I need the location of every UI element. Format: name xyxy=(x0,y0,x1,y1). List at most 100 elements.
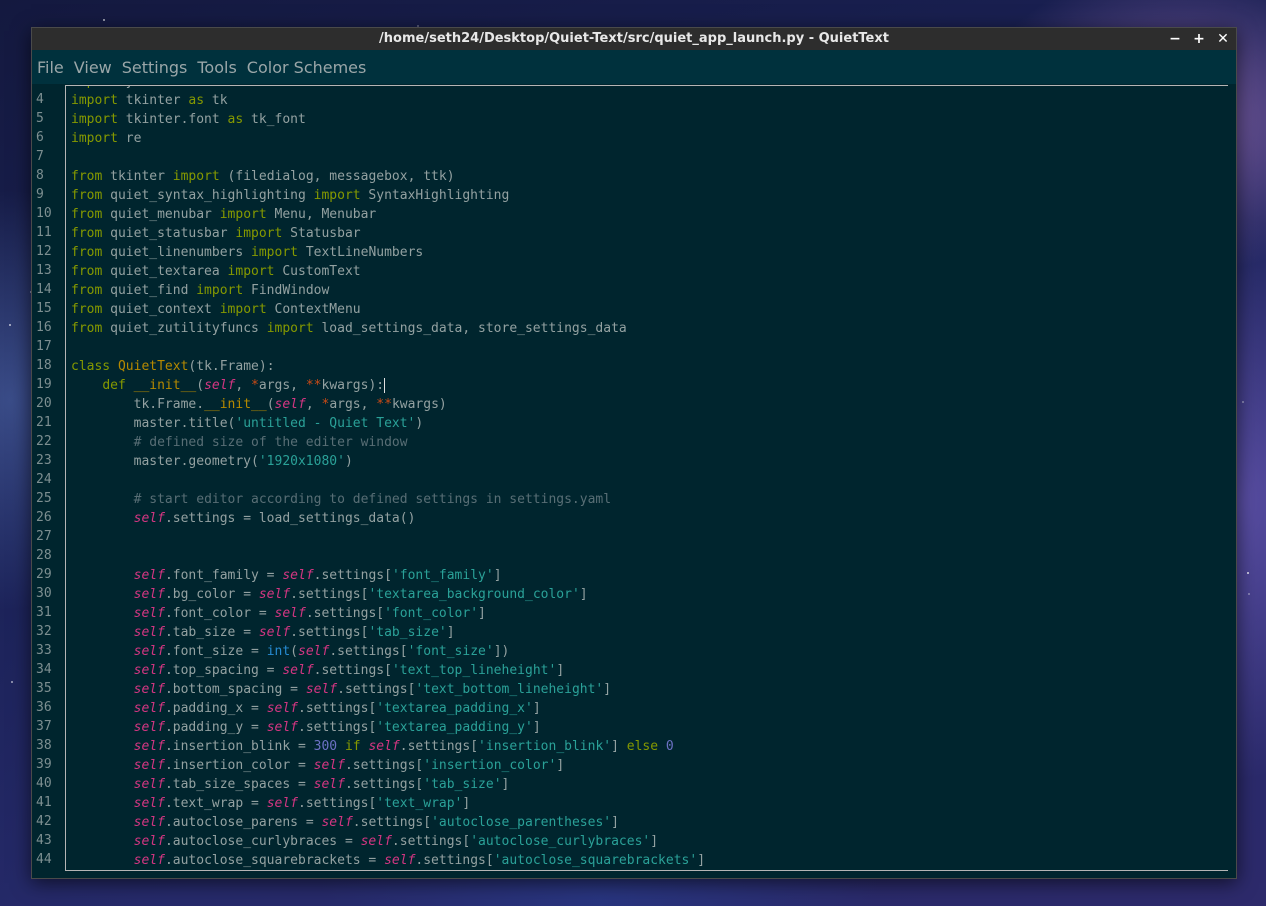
code-token: from xyxy=(71,188,103,203)
code-token: TextLineNumbers xyxy=(298,245,424,260)
window-controls: − + ✕ xyxy=(1168,28,1230,50)
code-token: self xyxy=(274,397,306,412)
code-textarea[interactable]: import yamlimport tkinter as tkimport tk… xyxy=(65,85,1230,871)
menubar: File View Settings Tools Color Schemes xyxy=(32,50,1236,84)
close-button[interactable]: ✕ xyxy=(1216,28,1230,50)
menu-view[interactable]: View xyxy=(69,58,117,77)
code-token: tkinter.font xyxy=(117,112,228,127)
code-token: def xyxy=(102,378,126,393)
line-number: 4 xyxy=(36,92,44,107)
code-token: .tab_size = xyxy=(164,625,259,640)
line-number: 33 xyxy=(36,643,52,658)
menu-tools[interactable]: Tools xyxy=(192,58,241,77)
line-number: 13 xyxy=(36,263,52,278)
code-token: self xyxy=(384,853,416,868)
code-token: self xyxy=(360,834,392,849)
code-token: .settings[ xyxy=(290,625,369,640)
code-token: self xyxy=(305,682,338,697)
code-token: * xyxy=(251,378,259,393)
code-token: Menu, Menubar xyxy=(266,207,377,222)
code-line: def __init__(self, *args, **kwargs): xyxy=(66,376,705,395)
code-token: 'tab_size' xyxy=(423,777,502,792)
code-token: 'font_size' xyxy=(407,644,494,659)
line-number: 21 xyxy=(36,415,52,430)
code-token: from xyxy=(71,264,103,279)
code-line: self.padding_x = self.settings['textarea… xyxy=(66,699,705,718)
menu-file[interactable]: File xyxy=(32,58,69,77)
code-line: from quiet_find import FindWindow xyxy=(66,281,705,300)
star-decoration xyxy=(1247,571,1250,574)
line-number: 43 xyxy=(36,833,52,848)
code-token: .font_family = xyxy=(164,568,283,583)
code-token: 'insertion_blink' xyxy=(478,739,612,754)
code-token: .tab_size_spaces = xyxy=(164,777,314,792)
code-token: self xyxy=(282,568,314,583)
code-token: import xyxy=(266,321,314,336)
line-number: 41 xyxy=(36,795,52,810)
code-token: kwargs): xyxy=(321,378,385,393)
code-token: self xyxy=(133,834,165,849)
line-number: 28 xyxy=(36,548,52,563)
line-number: 27 xyxy=(36,529,52,544)
code-token: if xyxy=(344,739,361,754)
minimize-button[interactable]: − xyxy=(1168,28,1182,50)
code-token: args, xyxy=(329,397,377,412)
code-token: self xyxy=(133,587,165,602)
code-token: self xyxy=(258,625,291,640)
code-token: FindWindow xyxy=(243,283,330,298)
code-line: self.tab_size_spaces = self.settings['ta… xyxy=(66,775,705,794)
maximize-button[interactable]: + xyxy=(1192,28,1206,50)
code-line: from quiet_menubar import Menu, Menubar xyxy=(66,205,705,224)
menu-color-schemes[interactable]: Color Schemes xyxy=(242,58,372,77)
code-token: self xyxy=(258,587,291,602)
code-token: .autoclose_parens = xyxy=(164,815,322,830)
code-token: tkinter xyxy=(102,169,173,184)
code-token: .font_size = xyxy=(164,644,267,659)
code-token: int xyxy=(266,644,291,659)
vertical-scrollbar[interactable] xyxy=(1228,84,1236,878)
menu-settings[interactable]: Settings xyxy=(117,58,193,77)
text-cursor xyxy=(384,378,386,393)
code-token: .insertion_blink = xyxy=(164,739,314,754)
code-line: from quiet_statusbar import Statusbar xyxy=(66,224,705,243)
code-token: load_settings_data, store_settings_data xyxy=(313,321,627,336)
line-number: 5 xyxy=(36,111,44,126)
code-token: '1920x1080' xyxy=(258,454,345,469)
line-number: 9 xyxy=(36,187,44,202)
code-token: from xyxy=(71,283,103,298)
code-token: ] xyxy=(650,834,659,849)
code-token: class xyxy=(71,359,111,374)
code-token: import xyxy=(71,86,118,89)
code-token: from xyxy=(71,245,103,260)
code-token: self xyxy=(133,663,165,678)
code-line: self.top_spacing = self.settings['text_t… xyxy=(66,661,705,680)
code-token: .autoclose_curlybraces = xyxy=(164,834,361,849)
code-token: self xyxy=(298,644,330,659)
code-token: 'autoclose_parentheses' xyxy=(431,815,612,830)
code-line: from tkinter import (filedialog, message… xyxy=(66,167,705,186)
line-number: 31 xyxy=(36,605,52,620)
code-token: 'autoclose_curlybraces' xyxy=(470,834,651,849)
code-token: self xyxy=(133,720,165,735)
code-token: self xyxy=(266,720,298,735)
code-line: import tkinter as tk xyxy=(66,91,705,110)
code-token: ] xyxy=(556,758,565,773)
code-token: as xyxy=(227,112,244,127)
line-number: 29 xyxy=(36,567,52,582)
code-token: ] xyxy=(462,796,471,811)
title-bar[interactable]: /home/seth24/Desktop/Quiet-Text/src/quie… xyxy=(32,28,1236,50)
code-token: self xyxy=(133,796,165,811)
code-token: ] xyxy=(478,606,486,621)
code-token: master.geometry( xyxy=(71,454,259,469)
quiettext-window: /home/seth24/Desktop/Quiet-Text/src/quie… xyxy=(31,27,1237,879)
code-line: self.autoclose_squarebrackets = self.set… xyxy=(66,851,705,870)
code-token: ] xyxy=(611,739,627,754)
